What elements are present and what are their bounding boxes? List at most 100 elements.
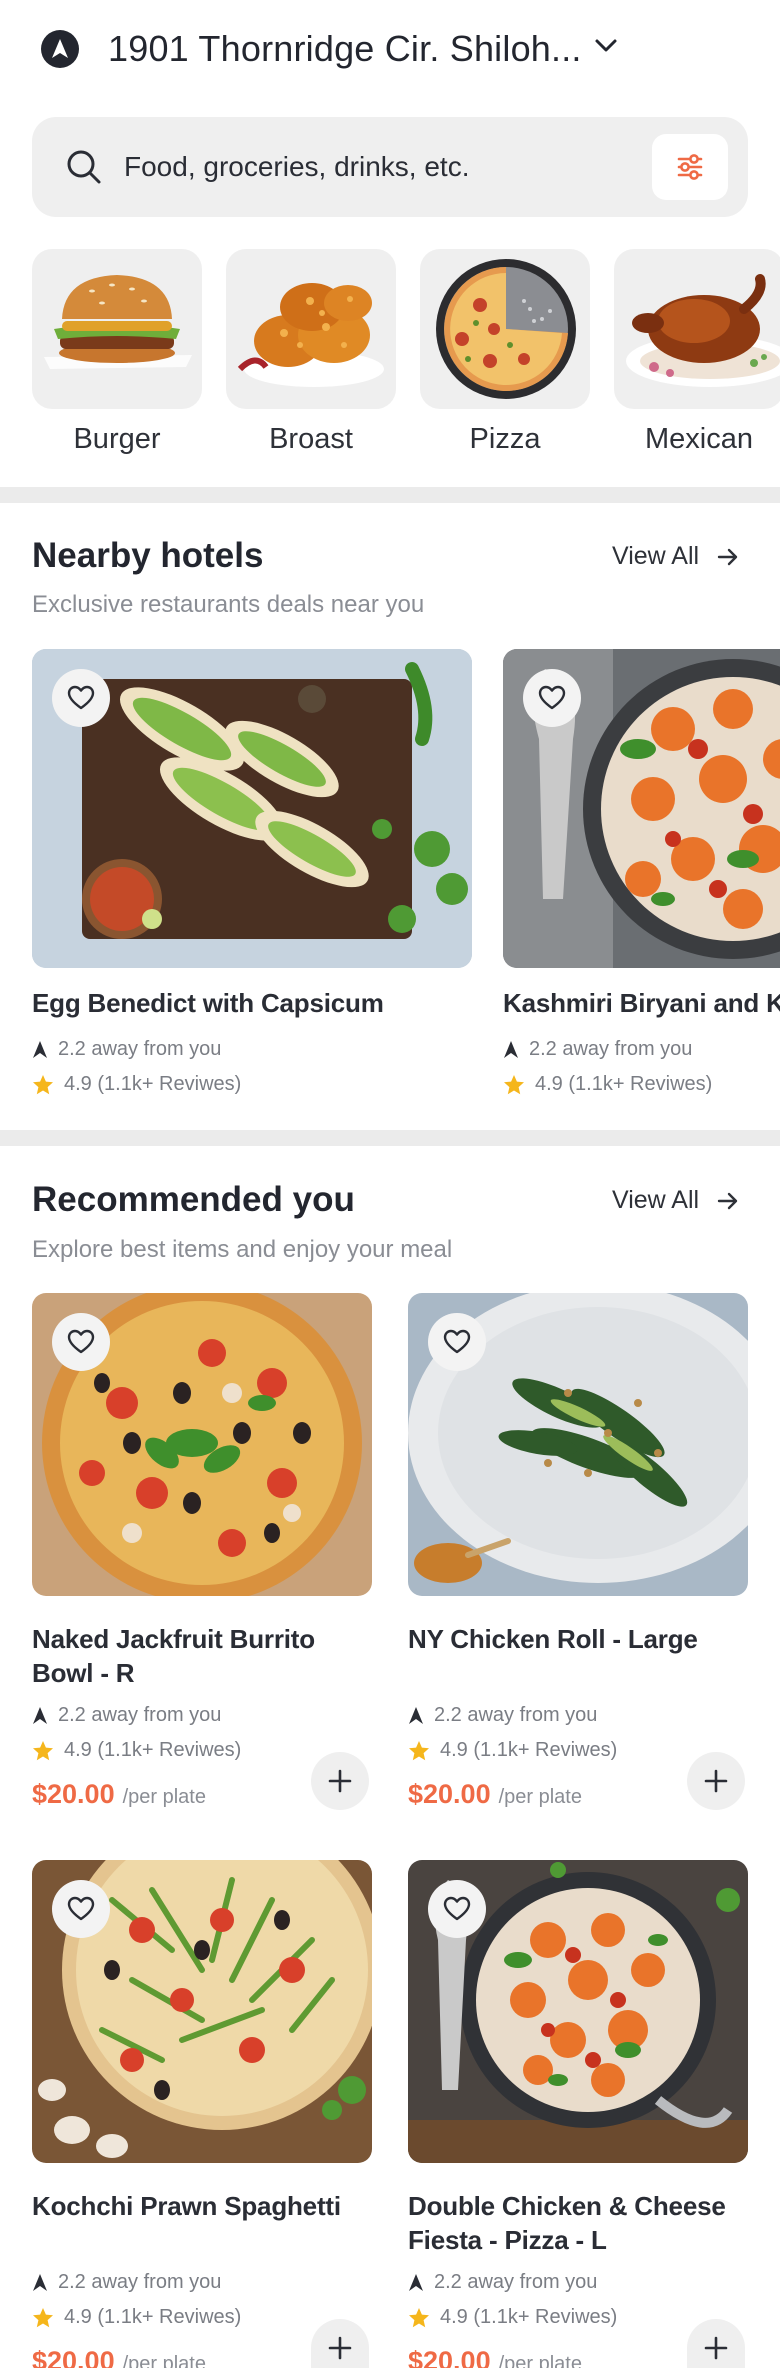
favorite-button[interactable] (428, 1313, 486, 1371)
category-label: Pizza (469, 423, 541, 455)
favorite-button[interactable] (52, 669, 110, 727)
distance-row: 2.2 away from you (408, 1704, 597, 1727)
distance-row: 2.2 away from you (408, 2271, 597, 2294)
navigation-icon (409, 1706, 423, 1724)
favorite-button[interactable] (428, 1880, 486, 1938)
star-icon (409, 1740, 429, 1760)
food-title[interactable]: Kochchi Prawn Spaghetti (32, 2189, 377, 2223)
rating-row: 4.9 (1.1k+ Reviwes) (32, 1073, 241, 1096)
price-unit: /per plate (122, 1786, 206, 1808)
price-value: $20.00 (408, 2346, 491, 2368)
favorite-button[interactable] (523, 669, 581, 727)
location-bar[interactable]: 1901 Thornridge Cir. Shiloh... (0, 0, 780, 100)
view-all-label: View All (612, 542, 700, 570)
rating-row: 4.9 (1.1k+ Reviwes) (408, 2306, 617, 2329)
plus-icon (328, 2336, 352, 2360)
price-value: $20.00 (32, 1779, 115, 1809)
food-title[interactable]: NY Chicken Roll - Large (408, 1622, 753, 1656)
recommended-section-title: Recommended you (32, 1180, 355, 1219)
category-label: Broast (269, 423, 353, 455)
burger-image (32, 249, 202, 409)
price: $20.00/per plate (32, 1779, 206, 1810)
star-icon (33, 2307, 53, 2327)
distance-text: 2.2 away from you (434, 2271, 598, 2293)
category-burger[interactable]: Burger (32, 249, 202, 456)
price-unit: /per plate (498, 1786, 582, 1808)
add-to-cart-button[interactable] (311, 1752, 369, 1810)
price-unit: /per plate (122, 2353, 206, 2368)
filter-button[interactable] (652, 134, 728, 200)
nearby-view-all-link[interactable]: View All (612, 542, 739, 571)
pizza-image (420, 249, 590, 409)
favorite-button[interactable] (52, 1313, 110, 1371)
rating-row: 4.9 (1.1k+ Reviwes) (32, 2306, 241, 2329)
heart-icon (443, 1896, 471, 1921)
recommended-view-all-link[interactable]: View All (612, 1186, 739, 1215)
nearby-section-subtitle: Exclusive restaurants deals near you (32, 591, 425, 618)
recommended-section-subtitle: Explore best items and enjoy your meal (32, 1236, 453, 1263)
price: $20.00/per plate (408, 2346, 582, 2368)
heart-icon (443, 1329, 471, 1354)
rating-row: 4.9 (1.1k+ Reviwes) (32, 1739, 241, 1762)
category-mexican[interactable]: Mexican (614, 249, 780, 456)
plus-icon (328, 1769, 352, 1793)
favorite-button[interactable] (52, 1880, 110, 1938)
search-bar (32, 117, 748, 217)
add-to-cart-button[interactable] (687, 2319, 745, 2368)
navigation-icon (504, 1040, 518, 1058)
delivery-address[interactable]: 1901 Thornridge Cir. Shiloh... (108, 28, 582, 70)
heart-icon (67, 685, 95, 710)
distance-row: 2.2 away from you (32, 1038, 221, 1061)
plus-icon (704, 2336, 728, 2360)
star-icon (409, 2307, 429, 2327)
section-divider (0, 487, 780, 503)
plus-icon (704, 1769, 728, 1793)
distance-row: 2.2 away from you (32, 2271, 221, 2294)
star-icon (504, 1074, 524, 1094)
distance-text: 2.2 away from you (434, 1704, 598, 1726)
arrow-right-icon (717, 1192, 738, 1209)
category-broast[interactable]: Broast (226, 249, 396, 456)
rating-text: 4.9 (1.1k+ Reviwes) (64, 1073, 242, 1095)
rating-text: 4.9 (1.1k+ Reviwes) (440, 2306, 618, 2328)
roast-chicken-image (614, 249, 780, 409)
heart-icon (67, 1896, 95, 1921)
price-value: $20.00 (32, 2346, 115, 2368)
distance-text: 2.2 away from you (58, 1038, 222, 1060)
star-icon (33, 1074, 53, 1094)
heart-icon (67, 1329, 95, 1354)
food-title[interactable]: Naked Jackfruit Burrito Bowl - R (32, 1622, 377, 1690)
rating-text: 4.9 (1.1k+ Reviwes) (64, 2306, 242, 2328)
rating-text: 4.9 (1.1k+ Reviwes) (535, 1073, 713, 1095)
navigation-icon (33, 1706, 47, 1724)
food-title[interactable]: Kashmiri Biryani and Ka (503, 986, 780, 1020)
add-to-cart-button[interactable] (311, 2319, 369, 2368)
section-divider (0, 1130, 780, 1146)
distance-row: 2.2 away from you (503, 1038, 692, 1061)
navigation-icon (409, 2273, 423, 2291)
category-label: Burger (73, 423, 161, 455)
price: $20.00/per plate (408, 1779, 582, 1810)
distance-row: 2.2 away from you (32, 1704, 221, 1727)
search-icon (67, 150, 101, 184)
rating-text: 4.9 (1.1k+ Reviwes) (440, 1739, 618, 1761)
navigation-icon (33, 1040, 47, 1058)
category-label: Mexican (645, 423, 753, 455)
add-to-cart-button[interactable] (687, 1752, 745, 1810)
price: $20.00/per plate (32, 2346, 206, 2368)
distance-text: 2.2 away from you (58, 2271, 222, 2293)
search-input[interactable] (124, 143, 644, 191)
category-pizza[interactable]: Pizza (420, 249, 590, 456)
rating-text: 4.9 (1.1k+ Reviwes) (64, 1739, 242, 1761)
arrow-right-icon (717, 548, 738, 565)
heart-icon (538, 685, 566, 710)
chevron-down-icon[interactable] (594, 38, 618, 54)
view-all-label: View All (612, 1186, 700, 1214)
star-icon (33, 1740, 53, 1760)
food-title[interactable]: Double Chicken & Cheese Fiesta - Pizza -… (408, 2189, 753, 2257)
food-title[interactable]: Egg Benedict with Capsicum (32, 986, 472, 1020)
fried-chicken-image (226, 249, 396, 409)
price-value: $20.00 (408, 1779, 491, 1809)
navigation-icon (41, 30, 79, 68)
navigation-icon (33, 2273, 47, 2291)
